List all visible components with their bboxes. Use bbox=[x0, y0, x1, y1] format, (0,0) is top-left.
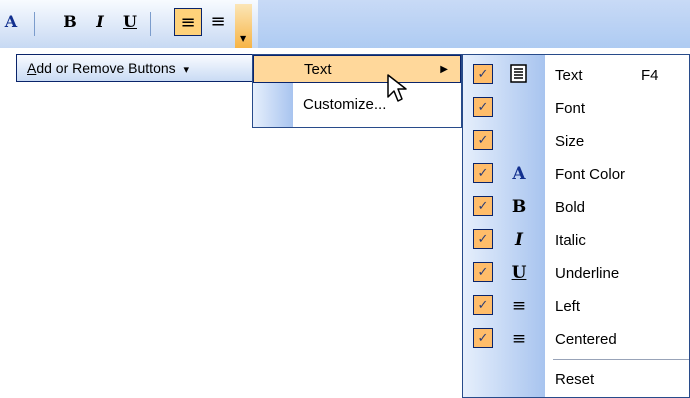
menu-item-label: Italic bbox=[555, 232, 586, 249]
menu-item-customize[interactable]: Customize... bbox=[253, 91, 461, 119]
submenu-arrow-icon: ▶ bbox=[440, 64, 448, 75]
check-icon: ✓ bbox=[473, 97, 493, 117]
bold-button[interactable]: B bbox=[58, 8, 82, 36]
toolbar-separator bbox=[34, 12, 35, 36]
menu-item-label: Text bbox=[555, 67, 583, 84]
text-icon bbox=[510, 64, 527, 83]
toolbar-separator bbox=[150, 12, 151, 36]
shortcut-label: F4 bbox=[641, 67, 659, 84]
menu-item-underline-toggle[interactable]: ✓ U Underline bbox=[463, 257, 689, 290]
add-or-remove-buttons-item[interactable]: Add or Remove Buttons ▾ bbox=[16, 54, 261, 82]
menu-item-font-color-toggle[interactable]: ✓ A Font Color bbox=[463, 158, 689, 191]
menu-item-label: Bold bbox=[555, 199, 586, 216]
underline-button[interactable]: U bbox=[118, 8, 142, 36]
formatting-toolbar: A B I U ≡ ≡ ▼ bbox=[0, 0, 690, 48]
toolbar-submenu: Text ▶ Customize... bbox=[252, 54, 462, 128]
check-icon: ✓ bbox=[473, 163, 493, 183]
align-left-button[interactable]: ≡ bbox=[174, 8, 202, 36]
menu-item-label: Customize... bbox=[303, 96, 387, 113]
chevron-down-icon: ▼ bbox=[240, 34, 247, 43]
check-icon: ✓ bbox=[473, 64, 493, 84]
mouse-cursor-icon bbox=[387, 74, 407, 102]
menu-item-text-toggle[interactable]: ✓ Text F4 bbox=[463, 59, 689, 92]
menu-item-label: Font Color bbox=[555, 166, 626, 183]
bold-icon: B bbox=[511, 197, 527, 217]
check-icon: ✓ bbox=[473, 130, 493, 150]
check-icon: ✓ bbox=[473, 262, 493, 282]
menu-item-size-toggle[interactable]: ✓ Size bbox=[463, 125, 689, 158]
menu-item-label: Text bbox=[304, 61, 332, 78]
menu-item-label: Centered bbox=[555, 331, 617, 348]
italic-icon: I bbox=[515, 230, 523, 250]
text-buttons-submenu: ✓ Text F4 ✓ Font ✓ Size ✓ A Font Color ✓… bbox=[462, 54, 690, 398]
chevron-down-icon: ▾ bbox=[183, 64, 190, 76]
menu-item-font-toggle[interactable]: ✓ Font bbox=[463, 92, 689, 125]
check-icon: ✓ bbox=[473, 295, 493, 315]
italic-button[interactable]: I bbox=[88, 8, 112, 36]
reset-toolbar-item[interactable]: Reset bbox=[555, 365, 594, 395]
menu-item-text[interactable]: Text ▶ bbox=[253, 55, 461, 83]
underline-icon: U bbox=[511, 263, 527, 283]
check-icon: ✓ bbox=[473, 328, 493, 348]
align-center-icon: ≡ bbox=[511, 329, 527, 349]
menu-item-italic-toggle[interactable]: ✓ I Italic bbox=[463, 224, 689, 257]
menu-item-left-toggle[interactable]: ✓ ≡ Left bbox=[463, 290, 689, 323]
check-icon: ✓ bbox=[473, 196, 493, 216]
menu-item-label: Size bbox=[555, 133, 585, 150]
add-or-remove-buttons-label: dd or Remove Buttons bbox=[36, 60, 176, 76]
font-color-button[interactable]: A bbox=[0, 8, 22, 36]
menu-item-label: Underline bbox=[555, 265, 620, 282]
align-center-button[interactable]: ≡ bbox=[204, 8, 232, 36]
align-left-icon: ≡ bbox=[511, 296, 527, 316]
toolbar-options-button[interactable]: ▼ bbox=[235, 4, 252, 48]
menu-item-label: Font bbox=[555, 100, 586, 117]
menu-separator bbox=[553, 359, 689, 360]
toolbar-buttons-strip: A B I U ≡ ≡ bbox=[0, 0, 258, 48]
add-or-remove-buttons-accelerator: A bbox=[27, 60, 37, 76]
menu-item-centered-toggle[interactable]: ✓ ≡ Centered bbox=[463, 323, 689, 356]
check-icon: ✓ bbox=[473, 229, 493, 249]
menu-item-label: Left bbox=[555, 298, 581, 315]
menu-item-bold-toggle[interactable]: ✓ B Bold bbox=[463, 191, 689, 224]
font-color-icon: A bbox=[512, 164, 526, 184]
